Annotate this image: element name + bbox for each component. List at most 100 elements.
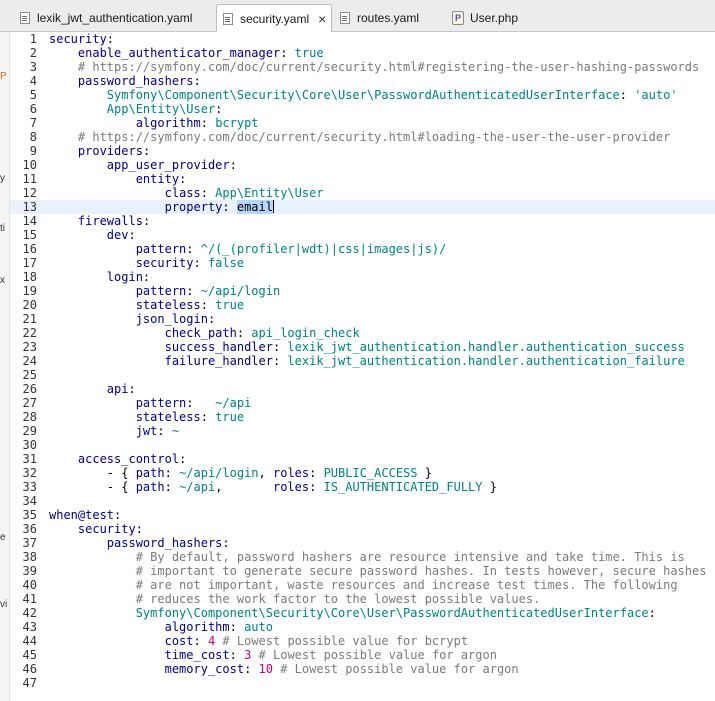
line-code: Symfony\Component\Security\Core\User\Pas… [49, 88, 678, 102]
line-code: check_path: api_login_check [49, 326, 360, 340]
yaml-value: true [215, 298, 245, 312]
yaml-value: lexik_jwt_authentication.handler.authent… [287, 340, 685, 354]
code-punct: : [142, 144, 151, 158]
code-punct [49, 452, 78, 466]
code-line[interactable]: 29 jwt: ~ [10, 424, 715, 438]
code-line[interactable]: 7 algorithm: bcrypt [10, 116, 715, 130]
code-punct: : [186, 242, 201, 256]
code-punct: : [200, 186, 216, 200]
code-line[interactable]: 43 algorithm: auto [10, 620, 715, 634]
line-number: 40 [22, 578, 37, 592]
code-editor[interactable]: 1 security: 2 enable_authenticator_manager… [10, 32, 715, 701]
line-number: 28 [22, 410, 37, 424]
code-line[interactable]: 30 [10, 438, 715, 452]
tab-lexik-jwt-authentication-yaml[interactable]: lexik_jwt_authentication.yaml [14, 4, 214, 31]
tab-label: User.php [470, 10, 519, 25]
code-line[interactable]: 32 - { path: ~/api/login, roles: PUBLIC_… [10, 466, 715, 480]
code-line[interactable]: 41 # reduces the work factor to the lowe… [10, 592, 715, 606]
line-code: jwt: ~ [49, 424, 179, 438]
yaml-value: lexik_jwt_authentication.handler.authent… [287, 354, 685, 368]
line-code: security: [49, 522, 143, 536]
code-punct: : [193, 256, 208, 270]
code-line[interactable]: 33 - { path: ~/api, roles: IS_AUTHENTICA… [10, 480, 715, 494]
code-line[interactable]: 21 json_login: [10, 312, 715, 326]
tab-user-php[interactable]: P User.php [446, 4, 546, 31]
code-line[interactable]: 18 login: [10, 270, 715, 284]
code-line[interactable]: 34 [10, 494, 715, 508]
code-line[interactable]: 16 pattern: ^/(_(profiler|wdt)|css|image… [10, 242, 715, 256]
code-line[interactable]: 45 time_cost: 3 # Lowest possible value … [10, 648, 715, 662]
code-punct: : [164, 466, 180, 480]
code-punct: : [142, 214, 151, 228]
code-line[interactable]: 39 # important to generate secure passwo… [10, 564, 715, 578]
line-code: pattern: ~/api [49, 396, 252, 410]
code-line[interactable]: 14 firewalls: [10, 214, 715, 228]
code-punct [49, 550, 136, 564]
code-line[interactable]: 2 enable_authenticator_manager: true [10, 46, 715, 60]
yaml-key: access_control [77, 452, 180, 466]
code-punct: : [200, 410, 216, 424]
code-line[interactable]: 1 security: [10, 32, 715, 46]
yaml-value: ~/api/login [179, 466, 259, 480]
code-line[interactable]: 17 security: false [10, 256, 715, 270]
line-number: 22 [22, 326, 37, 340]
code-line[interactable]: 10 app_user_provider: [10, 158, 715, 172]
code-punct [49, 592, 136, 606]
line-code: algorithm: bcrypt [49, 116, 259, 130]
code-line[interactable]: 4 password_hashers: [10, 74, 715, 88]
line-code: when@test: [49, 508, 121, 522]
tab-routes-yaml[interactable]: routes.yaml [334, 4, 444, 31]
line-number: 11 [22, 172, 37, 186]
code-line[interactable]: 3 # https://symfony.com/doc/current/secu… [10, 60, 715, 74]
code-line[interactable]: 6 App\Entity\User: [10, 102, 715, 116]
code-line[interactable]: 11 entity: [10, 172, 715, 186]
yaml-key: algorithm [135, 116, 201, 130]
code-line[interactable]: 19 pattern: ~/api/login [10, 284, 715, 298]
line-code: # are not important, waste resources and… [49, 578, 678, 592]
code-line[interactable]: 22 check_path: api_login_check [10, 326, 715, 340]
code-line[interactable]: 36 security: [10, 522, 715, 536]
code-line[interactable]: 8 # https://symfony.com/doc/current/secu… [10, 130, 715, 144]
code-line[interactable]: 13 property: email [10, 200, 715, 214]
code-line[interactable]: 23 success_handler: lexik_jwt_authentica… [10, 340, 715, 354]
code-line[interactable]: 20 stateless: true [10, 298, 715, 312]
code-line[interactable]: 9 providers: [10, 144, 715, 158]
code-line[interactable]: 15 dev: [10, 228, 715, 242]
code-line[interactable]: 40 # are not important, waste resources … [10, 578, 715, 592]
line-code: failure_handler: lexik_jwt_authenticatio… [49, 354, 685, 368]
line-number: 24 [22, 354, 37, 368]
yaml-value: true [294, 46, 324, 60]
code-line[interactable]: 37 password_hashers: [10, 536, 715, 550]
code-line[interactable]: 26 api: [10, 382, 715, 396]
line-number: 33 [22, 480, 37, 494]
code-line[interactable]: 24 failure_handler: lexik_jwt_authentica… [10, 354, 715, 368]
code-line[interactable]: 42 Symfony\Component\Security\Core\User\… [10, 606, 715, 620]
line-number: 14 [22, 214, 37, 228]
code-line[interactable]: 44 cost: 4 # Lowest possible value for b… [10, 634, 715, 648]
yaml-value: App\Entity\User [106, 102, 216, 116]
code-line[interactable]: 5 Symfony\Component\Security\Core\User\P… [10, 88, 715, 102]
code-punct [49, 46, 78, 60]
code-line[interactable]: 25 [10, 368, 715, 382]
code-line[interactable]: 47 [10, 676, 715, 690]
code-line[interactable]: 46 memory_cost: 10 # Lowest possible val… [10, 662, 715, 676]
code-line[interactable]: 28 stateless: true [10, 410, 715, 424]
code-punct: : [114, 508, 122, 522]
line-number: 45 [22, 648, 37, 662]
tab-security-yaml[interactable]: security.yaml × [216, 4, 332, 32]
code-line[interactable]: 35 when@test: [10, 508, 715, 522]
code-line[interactable]: 27 pattern: ~/api [10, 396, 715, 410]
code-punct: : [280, 46, 295, 60]
yaml-value: PUBLIC_ACCESS [323, 466, 418, 480]
line-code: property: email [49, 200, 274, 214]
code-line[interactable]: 12 class: App\Entity\User [10, 186, 715, 200]
line-number: 18 [22, 270, 37, 284]
code-punct [49, 312, 136, 326]
yaml-key: security [135, 256, 194, 270]
line-code: stateless: true [49, 410, 244, 424]
code-punct [49, 74, 78, 88]
code-line[interactable]: 38 # By default, password hashers are re… [10, 550, 715, 564]
code-line[interactable]: 31 access_control: [10, 452, 715, 466]
close-icon[interactable]: × [318, 11, 326, 27]
code-punct: : [309, 466, 324, 480]
